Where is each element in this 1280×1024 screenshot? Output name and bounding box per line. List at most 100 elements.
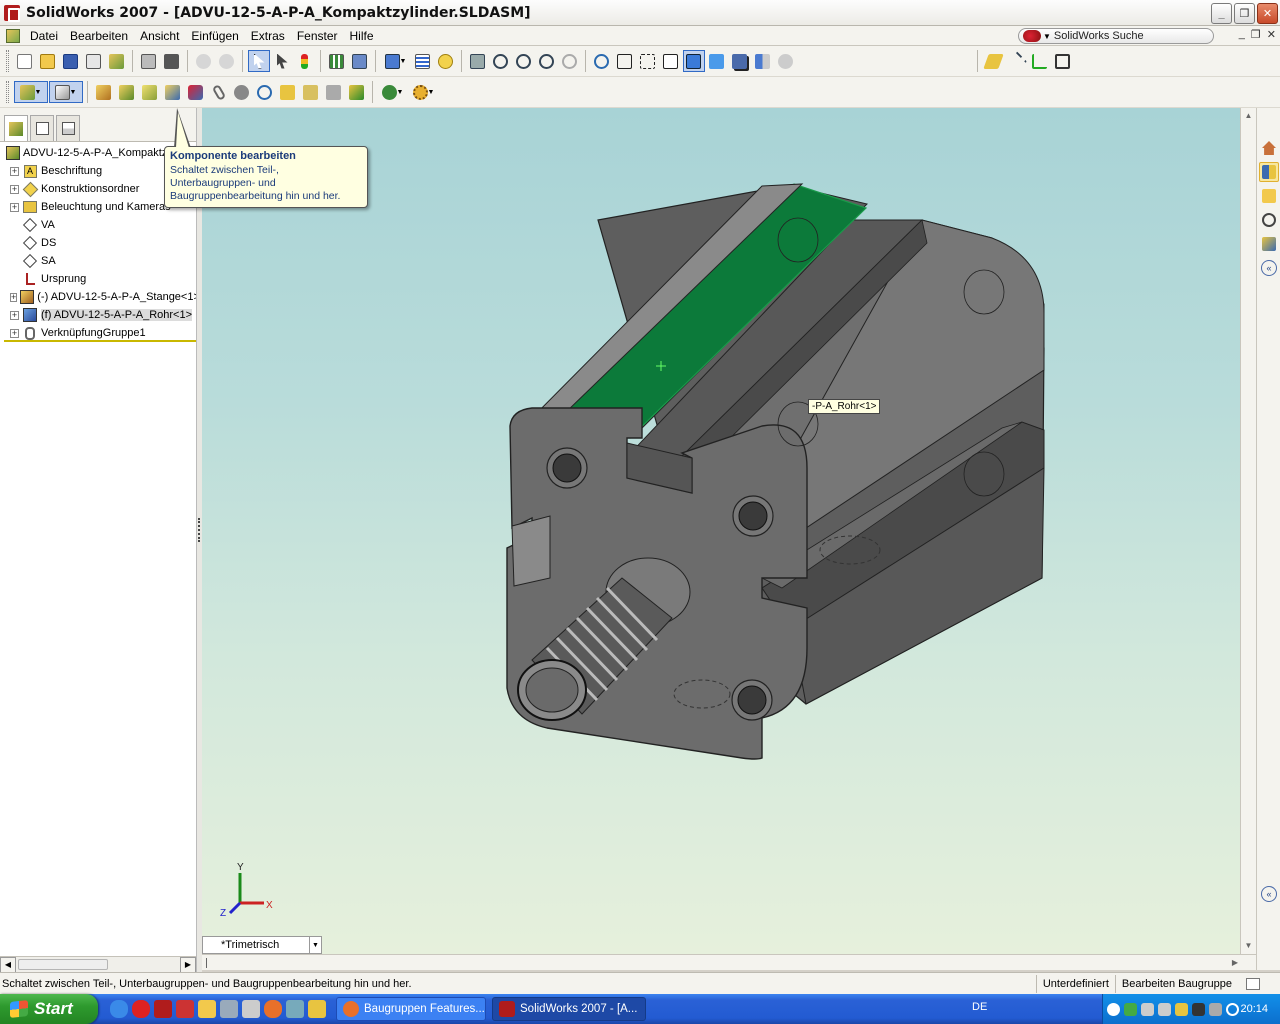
coordinate-system-button[interactable] [1029, 50, 1051, 72]
assembly-commandmanager-button[interactable]: ▼ [13, 81, 48, 103]
task-pane-search-button[interactable] [1259, 210, 1279, 230]
app-icon[interactable] [1141, 1002, 1154, 1016]
chevron-down-icon[interactable]: ▼ [1043, 32, 1051, 41]
taskbar-item-firefox[interactable]: Baugruppen Features... [336, 997, 486, 1021]
expand-icon[interactable]: + [10, 292, 18, 302]
section-view-button[interactable] [752, 50, 774, 72]
app-icon[interactable] [308, 1000, 326, 1018]
zoom-in-out-button[interactable] [536, 50, 558, 72]
task-list-button[interactable] [412, 50, 434, 72]
rebuild-button[interactable] [294, 50, 316, 72]
task-pane-file-explorer-button[interactable] [1259, 186, 1279, 206]
minimize-button[interactable]: _ [1211, 3, 1232, 24]
scroll-right-icon[interactable]: ▶ [180, 956, 196, 973]
scroll-right-icon[interactable]: ▶ [1232, 955, 1238, 971]
edit-component-button[interactable] [162, 81, 184, 103]
expand-icon[interactable]: + [10, 166, 19, 176]
shadows-button[interactable] [729, 50, 751, 72]
help-button[interactable] [435, 50, 457, 72]
expand-icon[interactable]: + [10, 184, 19, 194]
expand-icon[interactable]: + [10, 202, 19, 212]
volume-icon[interactable] [1209, 1002, 1222, 1016]
wireframe-button[interactable] [614, 50, 636, 72]
print-button[interactable] [138, 50, 160, 72]
solidworks-search[interactable]: ▼ SolidWorks Suche [1018, 28, 1214, 44]
scrollbar-thumb[interactable] [18, 959, 108, 970]
opera-icon[interactable] [132, 1000, 150, 1018]
menu-hilfe[interactable]: Hilfe [344, 26, 380, 46]
rollback-bar[interactable] [4, 340, 196, 342]
assembly-features-button[interactable]: ▼ [409, 81, 439, 103]
shaded-with-edges-button[interactable] [682, 50, 705, 72]
explode-line-sketch-button[interactable] [323, 81, 345, 103]
previous-view-button[interactable] [467, 50, 489, 72]
collapse-task-pane-icon[interactable]: « [1261, 260, 1277, 276]
sketch-commandmanager-button[interactable]: ▼ [48, 81, 83, 103]
app-icon[interactable] [1158, 1002, 1171, 1016]
new-file-button[interactable] [14, 50, 36, 72]
tab-propertymanager[interactable] [30, 115, 54, 141]
redo-button[interactable] [216, 50, 238, 72]
tray-arrow-icon[interactable] [1107, 1002, 1120, 1016]
document-minimize-button[interactable]: _ [1239, 28, 1245, 41]
toolbar-grip[interactable] [6, 81, 9, 103]
security-shield-icon[interactable] [1175, 1002, 1188, 1016]
shaded-button[interactable] [706, 50, 728, 72]
exploded-view-button[interactable] [300, 81, 322, 103]
menu-einfuegen[interactable]: Einfügen [185, 26, 244, 46]
new-part-button[interactable] [116, 81, 138, 103]
properties-button[interactable] [349, 50, 371, 72]
view-orientation-combo[interactable]: *Trimetrisch ▼ [202, 936, 322, 954]
menu-datei[interactable]: Datei [24, 26, 64, 46]
insert-component-button[interactable] [93, 81, 115, 103]
layout-button[interactable]: ▼ [381, 50, 411, 72]
app-icon[interactable] [242, 1000, 260, 1018]
expand-icon[interactable]: + [10, 310, 19, 320]
solidworks-app-icon[interactable] [4, 4, 20, 22]
zoom-to-area-button[interactable] [513, 50, 535, 72]
smart-fasteners-button[interactable] [231, 81, 253, 103]
featuremanager-horizontal-scrollbar[interactable]: ◀ ▶ [0, 956, 196, 973]
expand-icon[interactable]: + [10, 328, 19, 338]
task-pane-design-library-button[interactable] [1259, 162, 1279, 182]
zoom-selection-button[interactable] [559, 50, 581, 72]
close-button[interactable]: ✕ [1257, 3, 1278, 24]
rotate-view-button[interactable] [591, 50, 613, 72]
save-button[interactable] [60, 50, 82, 72]
search-icon[interactable] [1226, 1002, 1239, 1016]
reference-axis-button[interactable] [1005, 50, 1028, 72]
new-assembly-button[interactable] [139, 81, 161, 103]
document-menu-icon[interactable] [6, 28, 20, 43]
options-button[interactable] [326, 50, 348, 72]
open-file-button[interactable] [37, 50, 59, 72]
graphics-horizontal-scrollbar[interactable]: ▶ [202, 954, 1256, 970]
no-external-references-button[interactable] [185, 81, 207, 103]
make-assembly-button[interactable] [106, 50, 128, 72]
hidden-lines-removed-button[interactable] [660, 50, 682, 72]
tree-item-rohr[interactable]: + (f) ADVU-12-5-A-P-A_Rohr<1> [0, 306, 199, 324]
undo-button[interactable] [193, 50, 215, 72]
start-button[interactable]: Start [0, 994, 98, 1024]
mate-reference-button[interactable] [1052, 50, 1074, 72]
tree-item-ursprung[interactable]: Ursprung [0, 270, 199, 288]
make-drawing-button[interactable] [83, 50, 105, 72]
solidworks-icon[interactable] [154, 1000, 172, 1018]
app-icon[interactable] [1192, 1002, 1205, 1016]
language-indicator[interactable]: DE [972, 1001, 987, 1013]
cylinder-model[interactable]: Y X Z [202, 108, 1240, 954]
graphics-area[interactable]: Y X Z -P-A_Rohr<1> [202, 108, 1240, 954]
realview-button[interactable] [775, 50, 797, 72]
app-icon[interactable] [220, 1000, 238, 1018]
menu-bearbeiten[interactable]: Bearbeiten [64, 26, 134, 46]
toolbar-grip[interactable] [6, 50, 9, 72]
tab-featuremanager[interactable] [4, 115, 28, 141]
status-options-box[interactable] [1246, 977, 1260, 990]
clock[interactable]: 20:14 [1240, 1003, 1268, 1015]
mate-button[interactable] [208, 81, 230, 103]
task-pane-home-button[interactable] [1259, 138, 1279, 158]
interference-detection-button[interactable] [346, 81, 368, 103]
rotate-component-button[interactable] [277, 81, 299, 103]
chevron-down-icon[interactable]: ▼ [309, 937, 321, 953]
zoom-to-fit-button[interactable] [490, 50, 512, 72]
reference-plane-button[interactable] [983, 50, 1005, 72]
